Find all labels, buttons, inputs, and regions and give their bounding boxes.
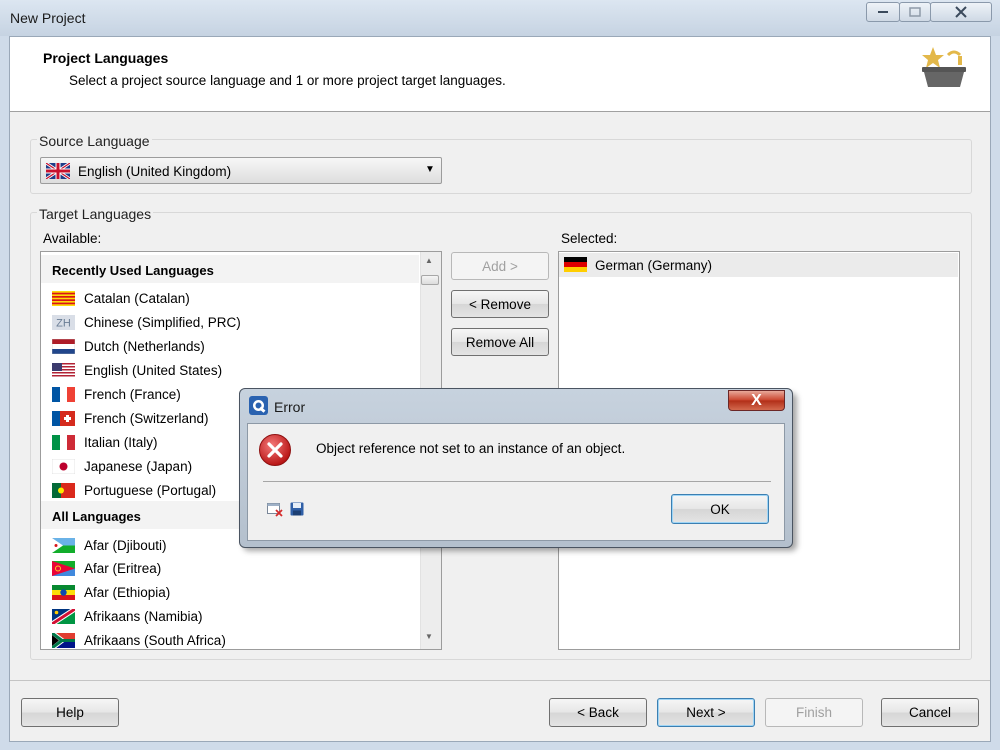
list-item-label: Catalan (Catalan) [84, 291, 190, 306]
chevron-down-icon[interactable]: ▼ [425, 164, 435, 175]
list-item-label: French (Switzerland) [84, 411, 209, 426]
close-form-icon[interactable] [267, 503, 283, 517]
back-button[interactable]: < Back [549, 698, 647, 727]
svg-text:ZH: ZH [56, 318, 71, 330]
minimize-icon [878, 11, 888, 13]
page-description: Select a project source language and 1 o… [69, 73, 506, 88]
list-item-label: Afar (Djibouti) [84, 538, 167, 553]
source-language-label: Source Language [37, 133, 152, 149]
dialog-close-button[interactable]: X [728, 390, 785, 411]
list-item[interactable]: Afrikaans (South Africa) [41, 629, 419, 649]
namibia-flag-icon [52, 609, 75, 624]
uk-flag-icon [46, 163, 70, 179]
list-item[interactable]: Afar (Ethiopia) [41, 581, 419, 605]
close-icon [955, 6, 967, 18]
germany-flag-icon [564, 257, 587, 272]
list-item-label: Dutch (Netherlands) [84, 339, 205, 354]
next-button[interactable]: Next > [657, 698, 755, 727]
eritrea-flag-icon [52, 561, 75, 576]
dialog-title: Error [274, 399, 306, 415]
target-languages-label: Target Languages [37, 206, 154, 222]
list-item-label: Portuguese (Portugal) [84, 483, 217, 498]
italy-flag-icon [52, 435, 75, 450]
list-item-label: Italian (Italy) [84, 435, 158, 450]
zh-text-flag-icon: ZH [52, 315, 75, 330]
selected-label: Selected: [561, 231, 618, 246]
portugal-flag-icon [52, 483, 75, 498]
us-flag-icon [52, 363, 75, 378]
selected-list-item-label: German (Germany) [595, 258, 713, 273]
footer-divider [10, 680, 990, 681]
list-item-label: Afrikaans (Namibia) [84, 609, 203, 624]
title-bar[interactable] [0, 0, 1000, 36]
remove-all-button[interactable]: Remove All [451, 328, 549, 356]
source-language-value: English (United Kingdom) [78, 164, 232, 179]
list-item[interactable]: Catalan (Catalan) [41, 287, 419, 311]
add-button[interactable]: Add > [451, 252, 549, 280]
recent-languages-header-label: Recently Used Languages [52, 263, 214, 278]
list-item-label: Chinese (Simplified, PRC) [84, 315, 241, 330]
list-item-label: Japanese (Japan) [84, 459, 193, 474]
maximize-icon [909, 7, 921, 17]
available-label: Available: [43, 231, 102, 246]
list-item-label: Afrikaans (South Africa) [84, 633, 226, 648]
scroll-up-arrow-icon[interactable]: ▲ [425, 256, 433, 265]
minimize-button[interactable] [866, 2, 900, 22]
djibouti-flag-icon [52, 538, 75, 553]
list-item-label: English (United States) [84, 363, 223, 378]
catalonia-flag-icon [52, 291, 75, 306]
finish-button[interactable]: Finish [765, 698, 863, 727]
list-item-label: Afar (Eritrea) [84, 561, 162, 576]
list-item[interactable]: ZH Chinese (Simplified, PRC) [41, 311, 419, 335]
save-icon[interactable] [290, 502, 304, 516]
window-close-button[interactable] [930, 2, 992, 22]
recent-languages-header: Recently Used Languages [41, 255, 419, 283]
list-item[interactable]: Dutch (Netherlands) [41, 335, 419, 359]
south-africa-flag-icon [52, 633, 75, 648]
netherlands-flag-icon [52, 339, 75, 354]
france-flag-icon [52, 387, 75, 402]
maximize-button[interactable] [899, 2, 931, 22]
wizard-star-icon [922, 47, 966, 87]
page-title: Project Languages [43, 50, 169, 66]
window-title: New Project [10, 10, 86, 26]
list-item[interactable]: Afrikaans (Namibia) [41, 605, 419, 629]
all-languages-header-label: All Languages [52, 509, 141, 524]
scroll-down-arrow-icon[interactable]: ▼ [425, 632, 433, 641]
scrollbar-thumb[interactable] [421, 275, 439, 285]
ok-button[interactable]: OK [671, 494, 769, 524]
dialog-message: Object reference not set to an instance … [316, 441, 626, 456]
error-icon [259, 434, 291, 466]
japan-flag-icon [52, 459, 75, 474]
remove-button[interactable]: < Remove [451, 290, 549, 318]
cancel-button[interactable]: Cancel [881, 698, 979, 727]
close-icon: X [751, 391, 762, 409]
list-item[interactable]: Afar (Eritrea) [41, 557, 419, 581]
list-item-label: French (France) [84, 387, 181, 402]
help-button[interactable]: Help [21, 698, 119, 727]
switzerland-flag-icon [52, 411, 75, 426]
dialog-divider [263, 481, 771, 482]
list-item[interactable]: English (United States) [41, 359, 419, 383]
ethiopia-flag-icon [52, 585, 75, 600]
list-item-label: Afar (Ethiopia) [84, 585, 171, 600]
app-logo-icon [249, 396, 268, 415]
